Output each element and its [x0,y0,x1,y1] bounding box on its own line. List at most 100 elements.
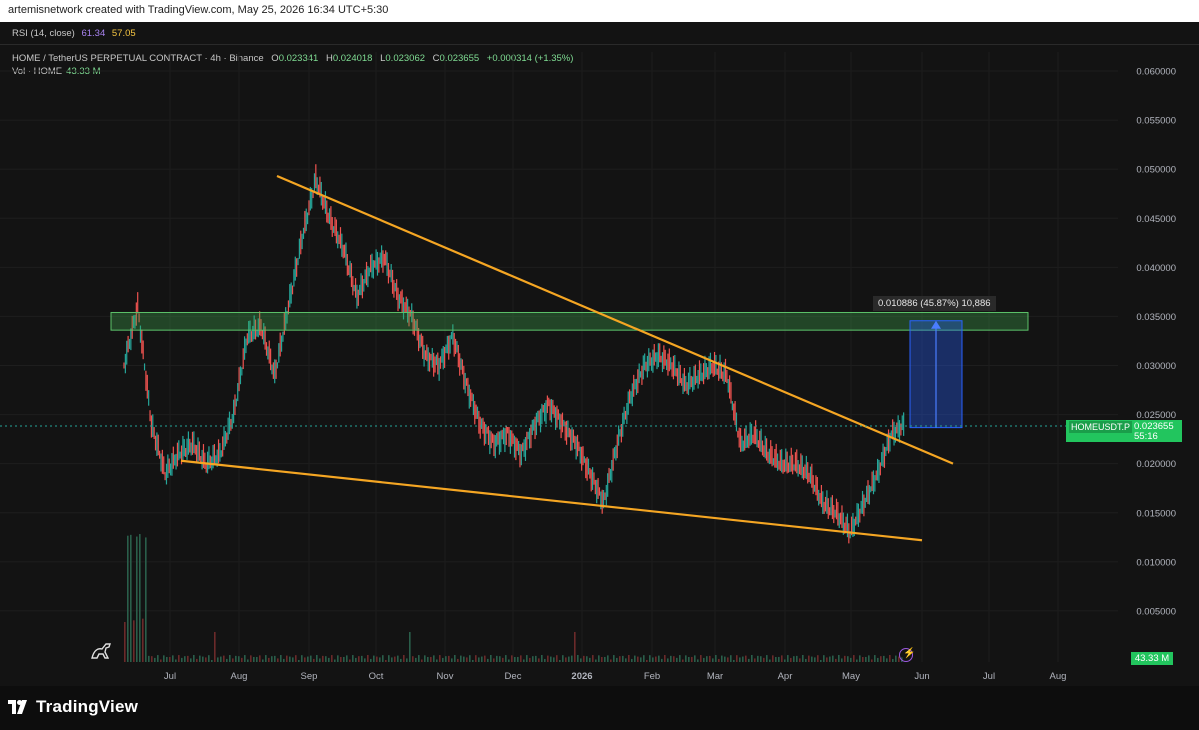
volume-bar [403,655,405,662]
volume-bar [250,655,252,662]
x-tick-label: Sep [301,671,318,682]
volume-bar [757,655,759,662]
volume-bar [829,656,831,662]
volume-bar [454,655,456,662]
volume-bar [211,659,213,662]
volume-bar [133,620,135,662]
volume-bar [175,659,177,662]
volume-bar [679,655,681,662]
volume-bar [682,659,684,662]
volume-bar [712,658,714,662]
volume-bar [208,655,210,662]
volume-bar [805,658,807,662]
volume-bar [814,657,816,662]
volume-tag: 43.33 M [1131,652,1173,665]
price-tag-symbol: HOMEUSDT.P [1069,421,1133,433]
volume-bar [157,655,159,662]
volume-bar [418,655,420,662]
volume-bar [463,656,465,662]
volume-bar [220,656,222,662]
volume-bar [190,658,192,662]
volume-bar [451,658,453,662]
volume-bar [361,655,363,662]
volume-bar [415,657,417,662]
volume-bar [658,655,660,662]
volume-bar [433,655,435,662]
volume-bar [787,655,789,662]
volume-bar [871,659,873,662]
volume-bar [649,655,651,662]
volume-bar [232,658,234,662]
y-tick-label: 0.015000 [1136,508,1176,519]
volume-bar [469,655,471,662]
volume-bar [322,655,324,662]
lightning-icon[interactable]: ⚡ [899,648,915,662]
volume-bar [199,655,201,662]
y-tick-label: 0.055000 [1136,116,1176,127]
price-chart[interactable]: 0.060000 0.055000 0.050000 0.045000 0.040000… [0,0,1199,730]
volume-bar [394,656,396,662]
volume-bar [253,656,255,662]
volume-bar [136,536,138,662]
volume-bar [271,656,273,662]
volume-bar [436,659,438,662]
volume-bar [748,658,750,662]
volume-bar [355,657,357,662]
volume-bar [895,655,897,662]
volume-bar [754,658,756,662]
volume-bar [799,658,801,662]
volume-bar [880,656,882,662]
volume-bar [391,657,393,662]
resistance-zone [110,311,1029,331]
volume-bar [718,658,720,662]
tradingview-logo[interactable]: TradingView [8,697,138,717]
volume-bar [640,657,642,662]
volume-bar [379,657,381,662]
volume-bar [514,656,516,662]
volume-bar [517,656,519,662]
volume-bar [493,658,495,662]
volume-bar [298,659,300,662]
measure-label: 0.010886 (45.87%) 10,886 [873,296,996,311]
volume-bar [592,655,594,662]
volume-bar [562,655,564,662]
volume-bar [400,658,402,662]
volume-bar [265,655,267,662]
volume-bar [622,655,624,662]
x-tick-label: Aug [231,671,248,682]
volume-bar [565,657,567,662]
volume-bar [223,655,225,662]
volume-bar [508,659,510,662]
x-tick-label: Aug [1050,671,1067,682]
dinosaur-icon[interactable] [90,640,114,665]
volume-bar [844,655,846,662]
volume-bar [217,657,219,662]
volume-bar [412,656,414,662]
volume-bar [301,655,303,662]
volume-bar [127,535,129,662]
volume-bar [274,655,276,662]
volume-bar [610,659,612,662]
volume-bar [430,656,432,662]
volume-bar [742,656,744,662]
volume-bar [388,655,390,662]
volume-bar [574,632,576,662]
volume-bar [202,656,204,662]
volume-bar [847,656,849,662]
volume-bar [823,655,825,662]
volume-bar [616,657,618,662]
volume-bar [499,656,501,662]
volume-bar [601,656,603,662]
price-tag-countdown: 55:16 [1134,431,1158,442]
volume-bar [532,656,534,662]
volume-bar [721,655,723,662]
volume-bar [310,655,312,662]
volume-bar [886,658,888,662]
volume-bar [421,659,423,662]
volume-bar [694,655,696,662]
volume-bar [595,659,597,662]
volume-bar [130,534,132,662]
volume-bar [151,656,153,662]
volume-bar [817,655,819,662]
volume-bar [802,655,804,662]
